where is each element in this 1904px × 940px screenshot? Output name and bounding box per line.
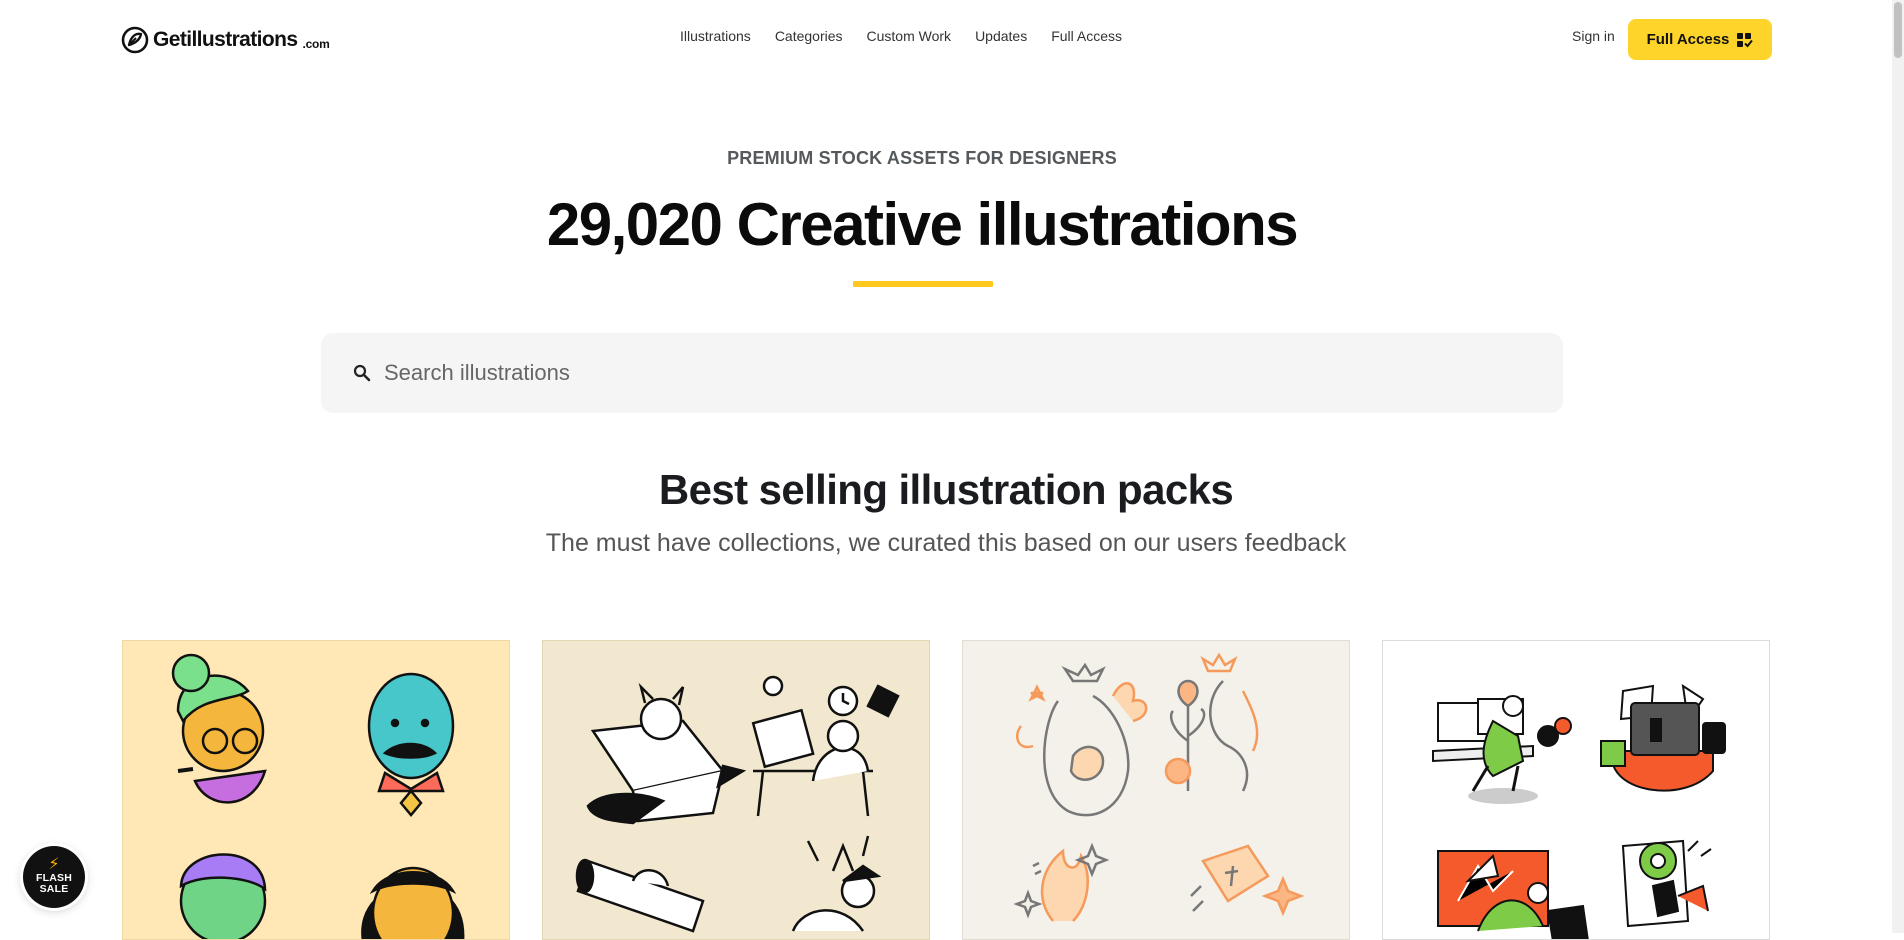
scrollbar-track[interactable]: [1892, 0, 1904, 933]
face-illustration: [179, 853, 267, 939]
search-input[interactable]: [384, 349, 1524, 397]
line-art-signpost: [1190, 844, 1305, 917]
search-bar[interactable]: [321, 333, 1563, 413]
logo-mark-icon: [121, 26, 149, 54]
nav-custom-work[interactable]: Custom Work: [867, 28, 952, 44]
pack-card-office[interactable]: [1382, 640, 1770, 940]
pack-preview-faces: [171, 653, 465, 939]
flash-sale-line2: SALE: [39, 883, 69, 895]
main-nav: Illustrations Categories Custom Work Upd…: [680, 28, 1122, 44]
doodle-pencil: [575, 858, 705, 933]
search-icon: [353, 364, 371, 382]
line-art-fire-stars: [1013, 842, 1110, 922]
hero-title: 29,020 Creative illustrations: [546, 191, 1299, 258]
lightning-icon: ⚡: [48, 856, 60, 873]
office-scene-alert: [1621, 839, 1712, 928]
flash-sale-badge[interactable]: ⚡ FLASH SALE: [23, 846, 85, 908]
line-art-figure-heart: [1016, 662, 1148, 817]
sign-in-link[interactable]: Sign in: [1572, 28, 1615, 44]
hero-eyebrow: PREMIUM STOCK ASSETS FOR DESIGNERS: [727, 148, 1117, 168]
nav-categories[interactable]: Categories: [775, 28, 843, 44]
scrollbar-thumb[interactable]: [1894, 2, 1902, 58]
doodle-box-cat: [586, 682, 747, 825]
logo-tld: .com: [302, 36, 330, 51]
full-access-button[interactable]: Full Access: [1628, 19, 1772, 60]
line-art-woman-flower: [1164, 652, 1259, 792]
face-illustration: [367, 672, 455, 817]
full-access-button-label: Full Access: [1646, 31, 1730, 48]
pack-card-faces[interactable]: [122, 640, 510, 940]
face-illustration: [171, 653, 267, 804]
office-scene-rocket: [1437, 850, 1589, 939]
doodle-plant-person: [791, 835, 882, 932]
pack-card-doodles[interactable]: [542, 640, 930, 940]
section-title: Best selling illustration packs: [658, 466, 1234, 513]
nav-updates[interactable]: Updates: [975, 28, 1027, 44]
pack-card-line-art[interactable]: [962, 640, 1350, 940]
site-logo[interactable]: Getillustrations .com: [121, 26, 330, 54]
logo-text: Getillustrations: [153, 28, 298, 51]
office-scene-laptop: [1600, 683, 1726, 792]
hero-underline: [853, 281, 993, 287]
site-header: Getillustrations .com Illustrations Categ…: [0, 0, 1892, 80]
grid-check-icon: [1737, 33, 1754, 48]
nav-full-access[interactable]: Full Access: [1051, 28, 1122, 44]
pack-preview-line-art: [1013, 652, 1305, 922]
doodle-desk-worker: [751, 675, 900, 817]
pack-preview-doodles: [575, 675, 900, 933]
nav-illustrations[interactable]: Illustrations: [680, 28, 751, 44]
section-subtitle: The must have collections, we curated th…: [545, 529, 1347, 557]
office-scene-desk: [1432, 695, 1572, 804]
pack-preview-office: [1432, 683, 1726, 939]
face-illustration: [361, 866, 465, 939]
